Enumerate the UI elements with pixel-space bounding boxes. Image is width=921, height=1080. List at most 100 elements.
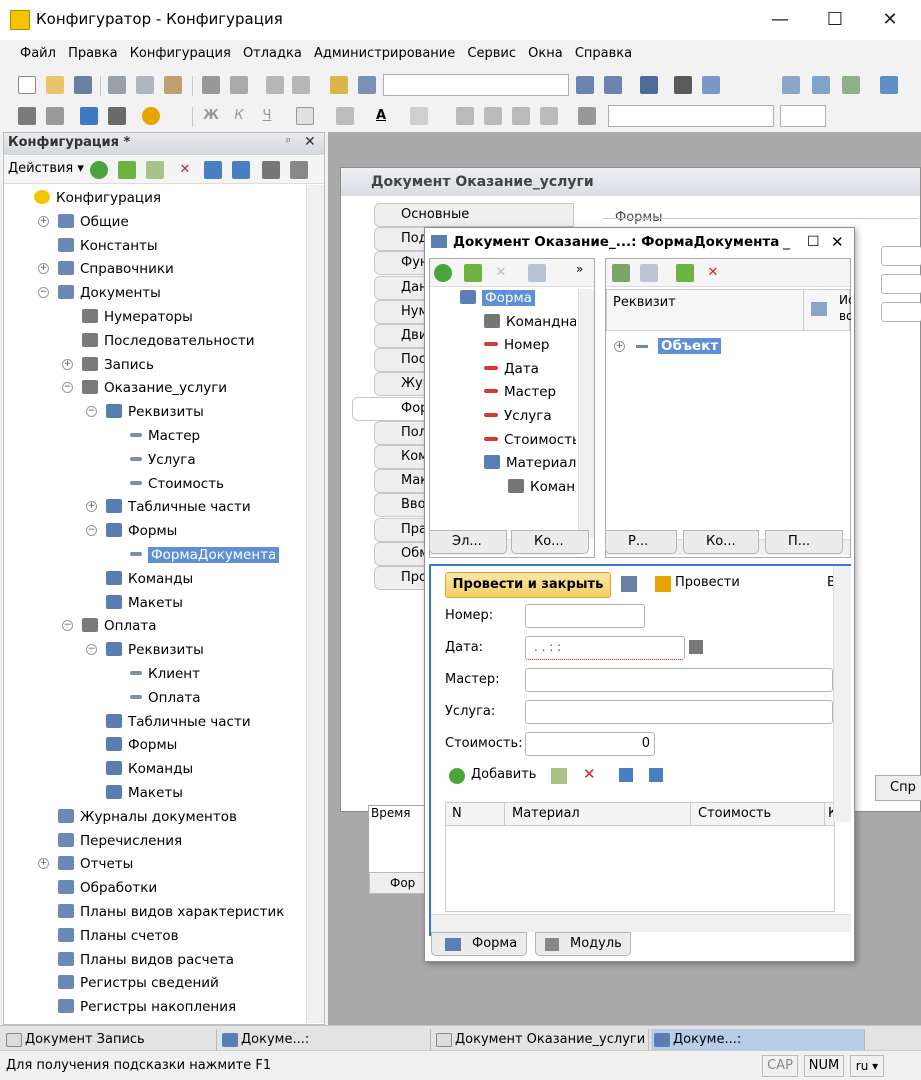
- post-close-button[interactable]: Провести и закрыть: [445, 572, 611, 598]
- module-icon[interactable]: [18, 107, 36, 125]
- search-next-icon[interactable]: [576, 76, 594, 94]
- tree-item[interactable]: Планы видов характеристик: [58, 901, 284, 923]
- tree-item[interactable]: Документы: [58, 282, 161, 304]
- tree-item[interactable]: Команды: [106, 568, 193, 590]
- tree-item[interactable]: Общие: [58, 211, 129, 233]
- sort-icon[interactable]: [262, 161, 280, 179]
- tree-item[interactable]: Табличные части: [106, 711, 251, 733]
- bold-icon[interactable]: Ж: [202, 107, 220, 125]
- run-icon[interactable]: [880, 76, 898, 94]
- row-up-icon[interactable]: [619, 768, 633, 782]
- tree-item[interactable]: Оплата: [82, 615, 157, 637]
- cut-icon[interactable]: [108, 76, 126, 94]
- tree-item[interactable]: Регистры сведений: [58, 972, 219, 994]
- find-icon[interactable]: [330, 76, 348, 94]
- req-copy-icon[interactable]: [640, 264, 658, 282]
- format-icon[interactable]: [578, 107, 596, 125]
- preview-hscroll[interactable]: [431, 914, 851, 932]
- tree-item[interactable]: Услуга: [130, 449, 196, 471]
- edit-icon[interactable]: [118, 161, 136, 179]
- compare-icon[interactable]: [782, 76, 800, 94]
- tree-item[interactable]: Макеты: [106, 782, 183, 804]
- materials-grid-body[interactable]: [445, 826, 835, 912]
- element-delete-icon[interactable]: ✕: [492, 264, 510, 282]
- italic-icon[interactable]: К: [230, 107, 248, 125]
- minimize-button[interactable]: —: [760, 6, 800, 34]
- tree-item[interactable]: Табличные части: [106, 496, 251, 518]
- search-icon[interactable]: [358, 76, 376, 94]
- tree-expander[interactable]: +: [38, 263, 49, 275]
- close-button[interactable]: ✕: [870, 6, 910, 34]
- tree-item[interactable]: Реквизиты: [106, 401, 204, 423]
- element-add-icon[interactable]: [434, 264, 452, 282]
- move-up-icon[interactable]: [204, 161, 222, 179]
- tree-expander[interactable]: −: [62, 382, 73, 394]
- print-icon[interactable]: [202, 76, 220, 94]
- post-button[interactable]: Провести: [675, 575, 740, 590]
- form-element-item[interactable]: Форма: [460, 289, 535, 309]
- justify-icon[interactable]: [540, 107, 558, 125]
- object-expand[interactable]: +: [614, 341, 625, 352]
- search-prev-icon[interactable]: [604, 76, 622, 94]
- assistant-icon[interactable]: [674, 76, 692, 94]
- move-down-icon[interactable]: [232, 161, 250, 179]
- form-max-button[interactable]: ☐: [807, 228, 820, 256]
- panel-close-icon[interactable]: ✕: [304, 134, 316, 150]
- tree-item[interactable]: ФормаДокумента: [130, 544, 280, 566]
- tree-item[interactable]: Планы счетов: [58, 925, 179, 947]
- search-combo[interactable]: [383, 74, 569, 96]
- req-delete-icon[interactable]: ✕: [704, 264, 722, 282]
- align-right-icon[interactable]: [512, 107, 530, 125]
- task-form-1[interactable]: Докуме...: ФормаДокумента: [219, 1029, 431, 1069]
- table-icon[interactable]: [108, 107, 126, 125]
- row-down-icon[interactable]: [649, 768, 663, 782]
- tree-item[interactable]: Запись: [82, 354, 154, 376]
- underline-icon[interactable]: Ч: [258, 107, 276, 125]
- language-selector[interactable]: ru ▾: [850, 1055, 884, 1077]
- element-up-icon[interactable]: [528, 264, 546, 282]
- form-field-2[interactable]: [881, 274, 921, 294]
- req-edit-icon[interactable]: [676, 264, 694, 282]
- save-form-icon[interactable]: [621, 576, 637, 592]
- new-icon[interactable]: [18, 76, 36, 94]
- tree-expander[interactable]: +: [38, 215, 49, 227]
- add-row-button[interactable]: Добавить: [471, 767, 536, 782]
- tree-item[interactable]: Оказание_услуги: [82, 377, 227, 399]
- menu-help[interactable]: Справка: [571, 40, 636, 68]
- req-add-icon[interactable]: [612, 264, 630, 282]
- form-field-3[interactable]: [881, 302, 921, 322]
- copy-icon[interactable]: [136, 76, 154, 94]
- tree-item[interactable]: Отчеты: [58, 853, 133, 875]
- tree-item[interactable]: Стоимость: [130, 473, 224, 495]
- tree-expander[interactable]: −: [62, 620, 73, 632]
- delete-icon[interactable]: ✕: [176, 161, 194, 179]
- element-edit-icon[interactable]: [464, 264, 482, 282]
- redo-icon[interactable]: [292, 76, 310, 94]
- db-icon[interactable]: [842, 76, 860, 94]
- tab-elements[interactable]: Эл...: [429, 530, 507, 554]
- menu-windows[interactable]: Окна: [524, 40, 567, 68]
- tree-item[interactable]: Регистры накопления: [58, 996, 236, 1018]
- master-input[interactable]: [525, 668, 833, 692]
- tab-req-attributes[interactable]: Р...: [605, 530, 677, 554]
- tree-item[interactable]: Реквизиты: [106, 639, 204, 661]
- preview-vscroll[interactable]: [833, 566, 851, 822]
- menu-service[interactable]: Сервис: [463, 40, 520, 68]
- tree-item[interactable]: Макеты: [106, 592, 183, 614]
- font-combo[interactable]: [608, 105, 774, 127]
- copy-item-icon[interactable]: [146, 161, 164, 179]
- task-form-2[interactable]: Докуме...: ФормаДокумента: [651, 1029, 865, 1069]
- menu-file[interactable]: Файл: [16, 40, 60, 68]
- menu-edit[interactable]: Правка: [64, 40, 121, 68]
- windows-icon[interactable]: [640, 76, 658, 94]
- object-node[interactable]: Объект: [658, 335, 722, 357]
- tree-scrollbar[interactable]: [306, 185, 324, 1023]
- delete-row-icon[interactable]: ✕: [583, 765, 596, 783]
- font-color-icon[interactable]: A: [372, 107, 390, 125]
- tree-item[interactable]: Мастер: [130, 425, 200, 447]
- tree-item[interactable]: Формы: [106, 734, 177, 756]
- calendar-icon[interactable]: [689, 640, 703, 654]
- element-more-icon[interactable]: »: [576, 262, 594, 280]
- copy-row-icon[interactable]: [551, 768, 567, 784]
- tree-expander[interactable]: −: [38, 287, 49, 299]
